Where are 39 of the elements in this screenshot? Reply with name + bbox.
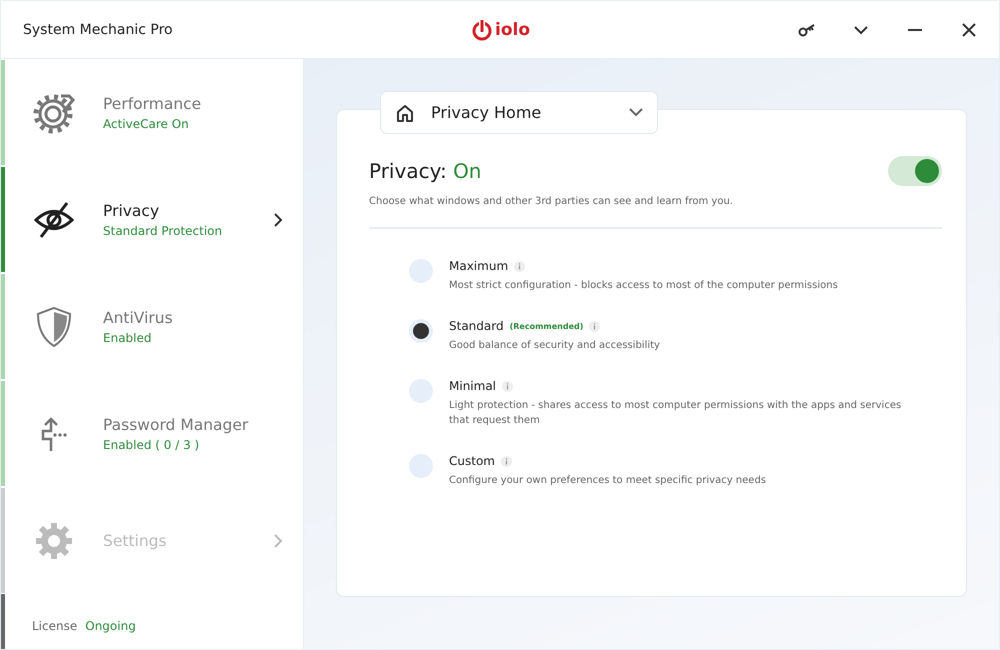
option-name: Standard	[449, 319, 504, 333]
info-icon[interactable]	[514, 260, 526, 272]
option-description: Good balance of security and accessibility	[449, 339, 660, 353]
recommended-tag: (Recommended)	[510, 322, 584, 330]
item-status: Enabled	[103, 330, 152, 344]
privacy-status: Privacy: On	[369, 159, 482, 183]
item-label: Privacy	[103, 202, 160, 220]
chevron-right-icon	[273, 532, 283, 548]
chevron-right-icon	[273, 212, 283, 228]
option-description: Most strict configuration - blocks access to most of the computer permissions	[449, 279, 838, 293]
option-description: Configure your own preferences to meet specific privacy needs	[449, 474, 766, 488]
option-name: Custom	[449, 454, 495, 468]
radio-button[interactable]	[409, 379, 433, 403]
chevron-down-icon	[629, 108, 643, 117]
option-name: Minimal	[449, 379, 496, 393]
info-icon[interactable]	[589, 320, 600, 332]
privacy-toggle[interactable]	[888, 156, 942, 186]
license-label: License	[32, 619, 78, 633]
radio-button[interactable]	[409, 259, 433, 283]
minimize-icon[interactable]	[907, 28, 924, 32]
window-title: System Mechanic Pro	[23, 22, 174, 38]
item-label: Performance	[103, 94, 202, 112]
item-label: Password Manager	[103, 416, 250, 434]
radio-button[interactable]	[409, 319, 433, 343]
info-icon[interactable]	[502, 380, 514, 392]
license-value: Ongoing	[85, 619, 136, 633]
radio-button[interactable]	[409, 454, 433, 478]
home-icon	[395, 102, 415, 122]
item-label: Settings	[103, 532, 168, 550]
info-icon[interactable]	[500, 456, 512, 466]
option-description: Light protection - shares access to most computer permissions with the apps and services that request them	[449, 399, 902, 428]
item-status: Enabled ( 0 / 3 )	[103, 438, 200, 452]
page-dropdown[interactable]: Privacy Home	[380, 91, 658, 134]
item-label: AntiVirus	[103, 308, 174, 326]
option-name: Maximum	[449, 259, 508, 273]
privacy-description: Choose what windows and other 3rd parties can see and learn from you.	[369, 196, 942, 229]
item-status: ActiveCare On	[103, 116, 190, 130]
app-logo: iolo	[472, 18, 530, 40]
item-status: Standard Protection	[103, 224, 224, 238]
